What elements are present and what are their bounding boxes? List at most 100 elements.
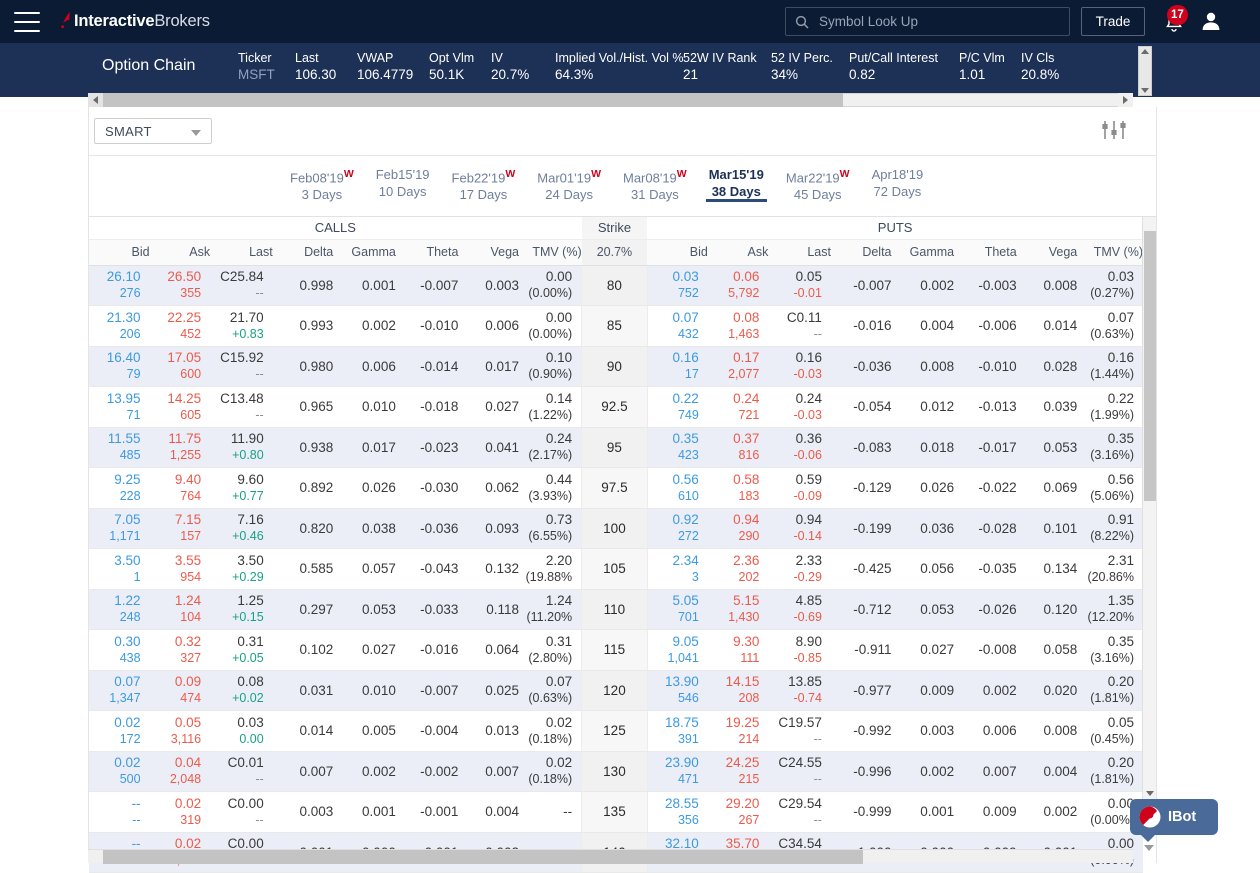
call-theta-cell[interactable]: -0.007 bbox=[396, 670, 459, 711]
cell-bid[interactable]: 16.4079 bbox=[89, 346, 150, 387]
call-theta-cell[interactable]: -0.014 bbox=[396, 346, 459, 387]
sliders-settings-icon[interactable] bbox=[1100, 118, 1128, 147]
table-row[interactable]: 0.021720.053,1160.030.000.0140.005-0.004… bbox=[89, 711, 1143, 752]
strike-cell[interactable]: 115 bbox=[582, 630, 648, 671]
call-theta-cell[interactable]: -0.036 bbox=[396, 508, 459, 549]
strike-cell[interactable]: 100 bbox=[582, 508, 648, 549]
call-theta-cell[interactable]: -0.010 bbox=[396, 306, 459, 347]
strike-cell[interactable]: 97.5 bbox=[582, 468, 648, 509]
cell-last[interactable]: C13.48-- bbox=[210, 387, 273, 428]
table-horizontal-scrollbar[interactable] bbox=[88, 849, 1133, 863]
put-theta-cell[interactable]: 0.009 bbox=[954, 792, 1017, 833]
calls-column-header-last[interactable]: Last bbox=[210, 239, 273, 265]
put-theta-cell[interactable]: -0.013 bbox=[954, 387, 1017, 428]
call-delta-cell[interactable]: 0.965 bbox=[273, 387, 334, 428]
put-theta-cell[interactable]: 0.002 bbox=[954, 670, 1017, 711]
call-theta-cell[interactable]: -0.033 bbox=[396, 589, 459, 630]
call-theta-cell[interactable]: -0.004 bbox=[396, 711, 459, 752]
cell-ask[interactable]: 0.94290 bbox=[708, 508, 769, 549]
search-input[interactable] bbox=[817, 10, 1052, 34]
table-row[interactable]: 0.304380.323270.31+0.050.1020.027-0.0160… bbox=[89, 630, 1143, 671]
calls-column-header-theta[interactable]: Theta bbox=[396, 239, 459, 265]
table-row[interactable]: ----0.02319C0.00--0.0030.001-0.0010.004-… bbox=[89, 792, 1143, 833]
cell-last[interactable]: 1.25+0.15 bbox=[210, 589, 273, 630]
cell-tmv[interactable]: 0.44(3.93%) bbox=[519, 468, 582, 509]
cell-tmv[interactable]: 0.03(0.27%) bbox=[1077, 265, 1143, 306]
put-gamma-cell[interactable]: 0.056 bbox=[892, 549, 955, 590]
cell-bid[interactable]: 23.90471 bbox=[647, 751, 708, 792]
cell-bid[interactable]: 1.22248 bbox=[89, 589, 150, 630]
call-gamma-cell[interactable]: 0.053 bbox=[333, 589, 396, 630]
symbol-search-box[interactable] bbox=[785, 7, 1070, 36]
cell-last[interactable]: 8.90-0.85 bbox=[768, 630, 831, 671]
cell-bid[interactable]: 11.55485 bbox=[89, 427, 150, 468]
cell-tmv[interactable]: 0.05(0.45%) bbox=[1077, 711, 1143, 752]
puts-column-header-delta[interactable]: Delta bbox=[831, 239, 892, 265]
put-vega-cell[interactable]: 0.101 bbox=[1017, 508, 1078, 549]
cell-bid[interactable]: 3.501 bbox=[89, 549, 150, 590]
table-row[interactable]: 9.252289.407649.60+0.770.8920.026-0.0300… bbox=[89, 468, 1143, 509]
call-delta-cell[interactable]: 0.585 bbox=[273, 549, 334, 590]
cell-last[interactable]: 3.50+0.29 bbox=[210, 549, 273, 590]
cell-bid[interactable]: 9.051,041 bbox=[647, 630, 708, 671]
scroll-up-icon[interactable] bbox=[1141, 49, 1149, 54]
put-delta-cell[interactable]: -0.199 bbox=[831, 508, 892, 549]
scrollbar-thumb[interactable] bbox=[1144, 231, 1156, 501]
cell-ask[interactable]: 9.30111 bbox=[708, 630, 769, 671]
strike-cell[interactable]: 80 bbox=[582, 265, 648, 306]
calls-column-header-ask[interactable]: Ask bbox=[150, 239, 211, 265]
cell-tmv[interactable]: 0.07(0.63%) bbox=[519, 670, 582, 711]
cell-ask[interactable]: 0.042,048 bbox=[150, 751, 211, 792]
cell-ask[interactable]: 0.081,463 bbox=[708, 306, 769, 347]
put-vega-cell[interactable]: 0.002 bbox=[1017, 792, 1078, 833]
table-row[interactable]: 16.407917.05600C15.92--0.9800.006-0.0140… bbox=[89, 346, 1143, 387]
call-vega-cell[interactable]: 0.027 bbox=[458, 387, 519, 428]
call-gamma-cell[interactable]: 0.057 bbox=[333, 549, 396, 590]
cell-tmv[interactable]: 0.02(0.18%) bbox=[519, 751, 582, 792]
put-theta-cell[interactable]: 0.006 bbox=[954, 711, 1017, 752]
cell-ask[interactable]: 0.58183 bbox=[708, 468, 769, 509]
trade-button[interactable]: Trade bbox=[1081, 7, 1145, 36]
call-theta-cell[interactable]: -0.002 bbox=[396, 751, 459, 792]
put-gamma-cell[interactable]: 0.053 bbox=[892, 589, 955, 630]
strike-cell[interactable]: 105 bbox=[582, 549, 648, 590]
exchange-select[interactable]: SMART bbox=[94, 118, 212, 144]
put-theta-cell[interactable]: -0.028 bbox=[954, 508, 1017, 549]
strike-cell[interactable]: 110 bbox=[582, 589, 648, 630]
put-gamma-cell[interactable]: 0.002 bbox=[892, 751, 955, 792]
call-vega-cell[interactable]: 0.017 bbox=[458, 346, 519, 387]
put-gamma-cell[interactable]: 0.009 bbox=[892, 670, 955, 711]
cell-bid[interactable]: 2.343 bbox=[647, 549, 708, 590]
cell-tmv[interactable]: 2.31(20.86% bbox=[1077, 549, 1143, 590]
scrollbar-thumb[interactable] bbox=[103, 850, 863, 864]
put-theta-cell[interactable]: -0.035 bbox=[954, 549, 1017, 590]
cell-tmv[interactable]: 1.24(11.20% bbox=[519, 589, 582, 630]
cell-ask[interactable]: 11.751,255 bbox=[150, 427, 211, 468]
put-delta-cell[interactable]: -0.016 bbox=[831, 306, 892, 347]
call-theta-cell[interactable]: -0.018 bbox=[396, 387, 459, 428]
puts-column-header-gamma[interactable]: Gamma bbox=[892, 239, 955, 265]
call-theta-cell[interactable]: -0.030 bbox=[396, 468, 459, 509]
call-delta-cell[interactable]: 0.014 bbox=[273, 711, 334, 752]
expiration-tab-Apr1819[interactable]: Apr18'1972 Days bbox=[861, 156, 935, 201]
quotebar-horizontal-scrollbar[interactable] bbox=[88, 93, 1133, 107]
put-vega-cell[interactable]: 0.008 bbox=[1017, 711, 1078, 752]
table-row[interactable]: 0.071,3470.094740.08+0.020.0310.010-0.00… bbox=[89, 670, 1143, 711]
put-delta-cell[interactable]: -0.999 bbox=[831, 792, 892, 833]
cell-tmv[interactable]: 0.73(6.55%) bbox=[519, 508, 582, 549]
strike-cell[interactable]: 90 bbox=[582, 346, 648, 387]
call-gamma-cell[interactable]: 0.001 bbox=[333, 792, 396, 833]
call-vega-cell[interactable]: 0.003 bbox=[458, 265, 519, 306]
cell-ask[interactable]: 0.32327 bbox=[150, 630, 211, 671]
cell-ask[interactable]: 26.50355 bbox=[150, 265, 211, 306]
strike-cell[interactable]: 135 bbox=[582, 792, 648, 833]
put-delta-cell[interactable]: -0.036 bbox=[831, 346, 892, 387]
put-theta-cell[interactable]: -0.026 bbox=[954, 589, 1017, 630]
interactive-brokers-logo[interactable]: InteractiveBrokers bbox=[60, 12, 210, 32]
hamburger-menu-icon[interactable] bbox=[14, 12, 40, 32]
cell-last[interactable]: 0.16-0.03 bbox=[768, 346, 831, 387]
puts-column-header-last[interactable]: Last bbox=[768, 239, 831, 265]
put-gamma-cell[interactable]: 0.008 bbox=[892, 346, 955, 387]
cell-tmv[interactable]: 0.24(2.17%) bbox=[519, 427, 582, 468]
cell-bid[interactable]: 7.051,171 bbox=[89, 508, 150, 549]
